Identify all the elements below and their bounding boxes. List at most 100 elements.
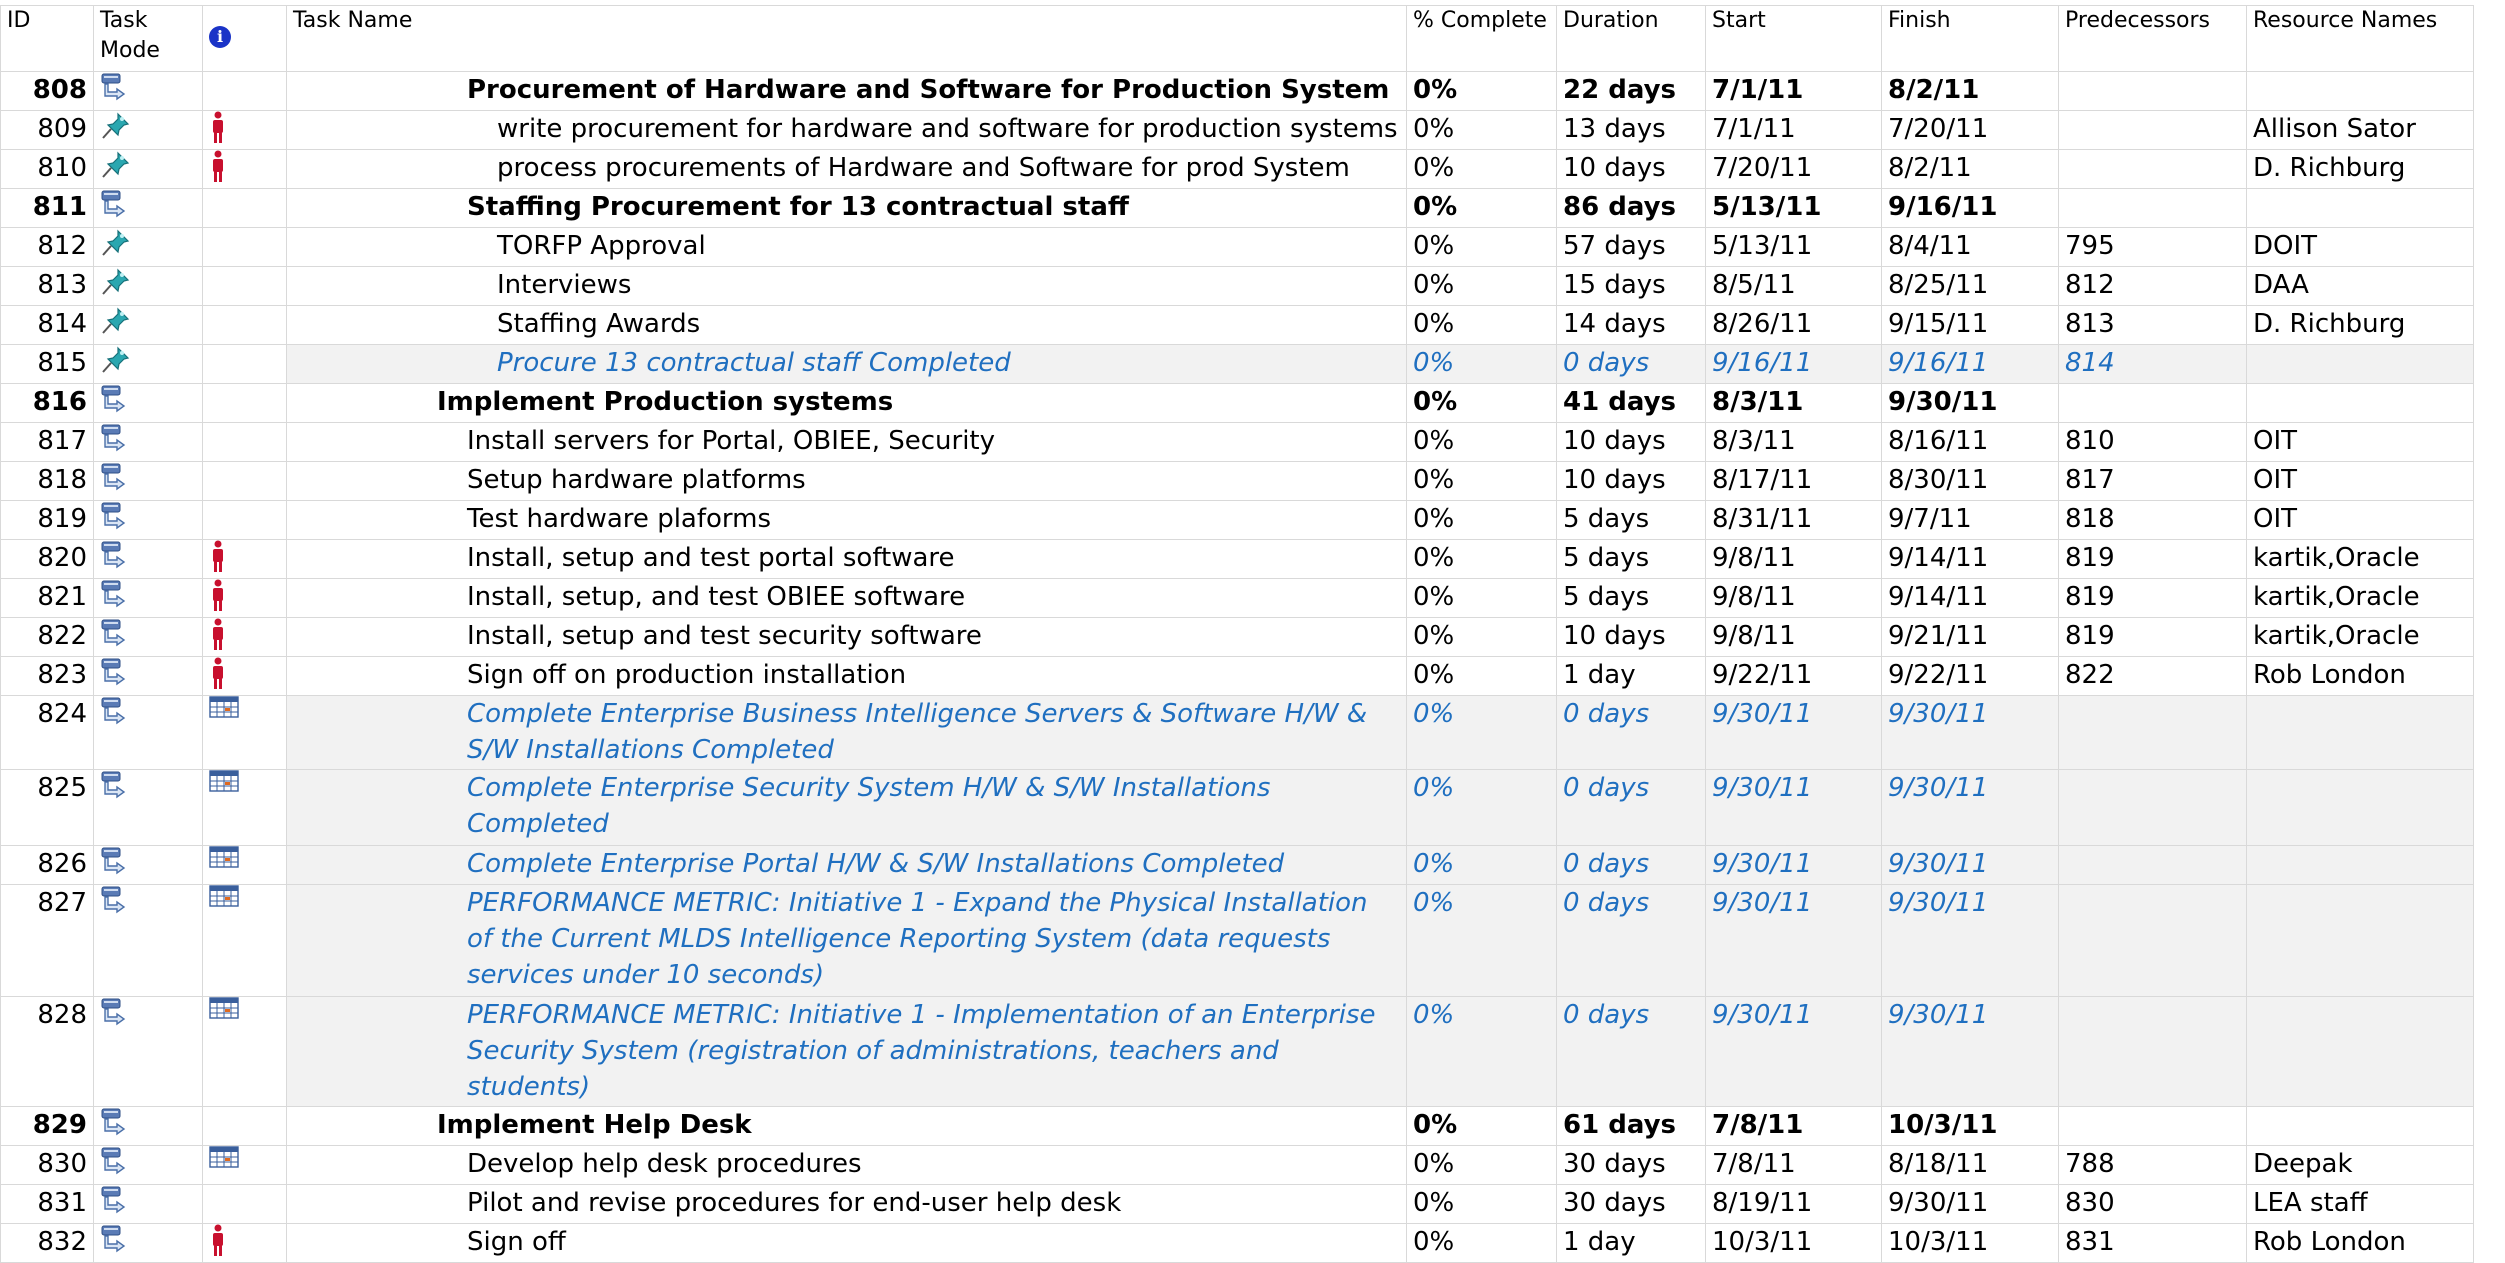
col-header-predecessors[interactable]: Predecessors — [2058, 5, 2247, 72]
duration[interactable]: 30 days — [1556, 1145, 1706, 1185]
task-row[interactable]: 810 process procurements of Hardware and … — [0, 149, 2474, 189]
col-header-task-mode[interactable]: Task Mode — [93, 5, 203, 72]
start-date[interactable]: 8/31/11 — [1705, 500, 1882, 540]
finish-date[interactable]: 9/21/11 — [1881, 617, 2059, 657]
task-mode-cell[interactable] — [93, 578, 203, 618]
resource-names[interactable]: OIT — [2246, 422, 2474, 462]
task-mode-cell[interactable] — [93, 422, 203, 462]
task-name[interactable]: Install, setup and test security softwar… — [286, 617, 1407, 657]
duration[interactable]: 0 days — [1556, 845, 1706, 885]
task-mode-cell[interactable] — [93, 769, 203, 846]
pct-complete[interactable]: 0% — [1406, 1223, 1557, 1263]
task-mode-cell[interactable] — [93, 188, 203, 228]
col-header-resource-names[interactable]: Resource Names — [2246, 5, 2474, 72]
task-mode-cell[interactable] — [93, 617, 203, 657]
predecessors[interactable]: 795 — [2058, 227, 2247, 267]
task-name[interactable]: Develop help desk procedures — [286, 1145, 1407, 1185]
task-id[interactable]: 814 — [0, 305, 94, 345]
resource-names[interactable]: kartik,Oracle — [2246, 539, 2474, 579]
finish-date[interactable]: 9/30/11 — [1881, 695, 2059, 770]
duration[interactable]: 86 days — [1556, 188, 1706, 228]
start-date[interactable]: 7/8/11 — [1705, 1145, 1882, 1185]
task-mode-cell[interactable] — [93, 344, 203, 384]
finish-date[interactable]: 9/14/11 — [1881, 539, 2059, 579]
task-row[interactable]: 828 PERFORMANCE METRIC: Initiative 1 - Im… — [0, 996, 2474, 1107]
finish-date[interactable]: 9/30/11 — [1881, 996, 2059, 1107]
resource-names[interactable]: Rob London — [2246, 656, 2474, 696]
finish-date[interactable]: 9/16/11 — [1881, 188, 2059, 228]
duration[interactable]: 1 day — [1556, 1223, 1706, 1263]
task-mode-cell[interactable] — [93, 1145, 203, 1185]
predecessors[interactable] — [2058, 996, 2247, 1107]
task-mode-cell[interactable] — [93, 461, 203, 501]
pct-complete[interactable]: 0% — [1406, 1106, 1557, 1146]
resource-names[interactable]: OIT — [2246, 461, 2474, 501]
resource-names[interactable]: Deepak — [2246, 1145, 2474, 1185]
start-date[interactable]: 8/19/11 — [1705, 1184, 1882, 1224]
start-date[interactable]: 9/30/11 — [1705, 769, 1882, 846]
pct-complete[interactable]: 0% — [1406, 578, 1557, 618]
duration[interactable]: 0 days — [1556, 695, 1706, 770]
predecessors[interactable] — [2058, 383, 2247, 423]
task-name[interactable]: Interviews — [286, 266, 1407, 306]
task-name[interactable]: Staffing Procurement for 13 contractual … — [286, 188, 1407, 228]
resource-names[interactable]: LEA staff — [2246, 1184, 2474, 1224]
task-id[interactable]: 829 — [0, 1106, 94, 1146]
start-date[interactable]: 9/30/11 — [1705, 695, 1882, 770]
resource-names[interactable] — [2246, 344, 2474, 384]
start-date[interactable]: 9/8/11 — [1705, 578, 1882, 618]
finish-date[interactable]: 8/2/11 — [1881, 71, 2059, 111]
finish-date[interactable]: 10/3/11 — [1881, 1106, 2059, 1146]
task-id[interactable]: 818 — [0, 461, 94, 501]
predecessors[interactable]: 817 — [2058, 461, 2247, 501]
task-row[interactable]: 829 Implement Help Desk 0% 61 days 7/8/11 10/… — [0, 1106, 2474, 1146]
pct-complete[interactable]: 0% — [1406, 71, 1557, 111]
task-id[interactable]: 828 — [0, 996, 94, 1107]
finish-date[interactable]: 8/4/11 — [1881, 227, 2059, 267]
finish-date[interactable]: 9/16/11 — [1881, 344, 2059, 384]
task-id[interactable]: 830 — [0, 1145, 94, 1185]
task-name[interactable]: TORFP Approval — [286, 227, 1407, 267]
finish-date[interactable]: 8/2/11 — [1881, 149, 2059, 189]
col-header-task-name[interactable]: Task Name — [286, 5, 1407, 72]
predecessors[interactable] — [2058, 769, 2247, 846]
pct-complete[interactable]: 0% — [1406, 695, 1557, 770]
resource-names[interactable]: kartik,Oracle — [2246, 578, 2474, 618]
task-mode-cell[interactable] — [93, 1223, 203, 1263]
pct-complete[interactable]: 0% — [1406, 996, 1557, 1107]
task-row[interactable]: 818 Setup hardware platforms 0% 10 days 8/17… — [0, 461, 2474, 501]
task-mode-cell[interactable] — [93, 383, 203, 423]
resource-names[interactable]: Rob London — [2246, 1223, 2474, 1263]
col-header-pct-complete[interactable]: % Complete — [1406, 5, 1557, 72]
task-id[interactable]: 832 — [0, 1223, 94, 1263]
resource-names[interactable] — [2246, 845, 2474, 885]
task-row[interactable]: 821 Install, setup, and test OBIEE softwa… — [0, 578, 2474, 618]
start-date[interactable]: 8/3/11 — [1705, 383, 1882, 423]
duration[interactable]: 10 days — [1556, 422, 1706, 462]
predecessors[interactable] — [2058, 884, 2247, 997]
duration[interactable]: 5 days — [1556, 578, 1706, 618]
task-name[interactable]: PERFORMANCE METRIC: Initiative 1 - Imple… — [286, 996, 1407, 1107]
finish-date[interactable]: 8/16/11 — [1881, 422, 2059, 462]
finish-date[interactable]: 7/20/11 — [1881, 110, 2059, 150]
task-row[interactable]: 832 Sign off 0% 1 day 10/3/11 10/3/11 831 Rob L… — [0, 1223, 2474, 1263]
task-name[interactable]: Install, setup, and test OBIEE software — [286, 578, 1407, 618]
resource-names[interactable] — [2246, 1106, 2474, 1146]
task-name[interactable]: Test hardware plaforms — [286, 500, 1407, 540]
task-mode-cell[interactable] — [93, 71, 203, 111]
pct-complete[interactable]: 0% — [1406, 656, 1557, 696]
task-id[interactable]: 826 — [0, 845, 94, 885]
task-id[interactable]: 823 — [0, 656, 94, 696]
pct-complete[interactable]: 0% — [1406, 500, 1557, 540]
resource-names[interactable] — [2246, 695, 2474, 770]
finish-date[interactable]: 8/18/11 — [1881, 1145, 2059, 1185]
task-name[interactable]: Procurement of Hardware and Software for… — [286, 71, 1407, 111]
task-name[interactable]: write procurement for hardware and softw… — [286, 110, 1407, 150]
col-header-start[interactable]: Start — [1705, 5, 1882, 72]
pct-complete[interactable]: 0% — [1406, 110, 1557, 150]
col-header-id[interactable]: ID — [0, 5, 94, 72]
resource-names[interactable]: DAA — [2246, 266, 2474, 306]
task-mode-cell[interactable] — [93, 695, 203, 770]
resource-names[interactable]: OIT — [2246, 500, 2474, 540]
start-date[interactable]: 10/3/11 — [1705, 1223, 1882, 1263]
